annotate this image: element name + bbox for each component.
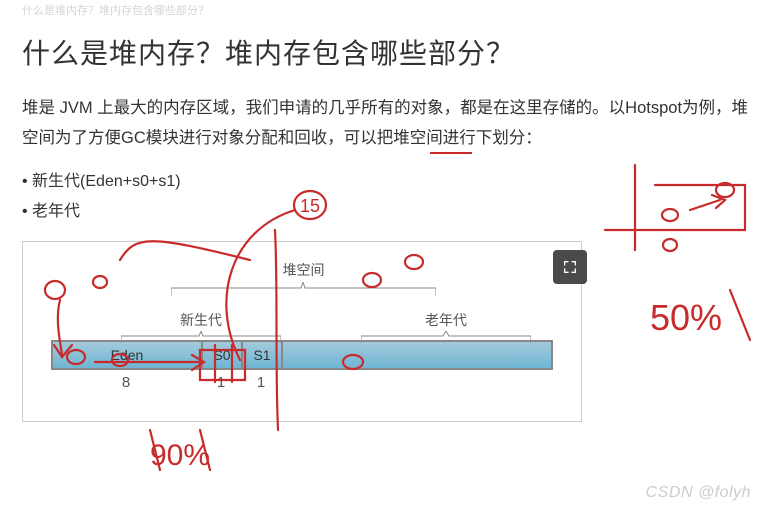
- expand-button[interactable]: [553, 250, 587, 284]
- heap-space-bracket: 堆空间: [171, 260, 436, 296]
- breadcrumb: 什么是堆内存？堆内存包含哪些部分？: [22, 0, 749, 26]
- old-gen-bracket: 老年代: [361, 310, 531, 346]
- heap-space-label: 堆空间: [283, 260, 325, 280]
- old-gen-label: 老年代: [425, 312, 467, 328]
- ratio-s1: 1: [241, 374, 281, 391]
- young-gen-bracket: 新生代: [121, 310, 281, 346]
- watermark: CSDN @folyh: [646, 484, 751, 502]
- bullet-old-gen: • 老年代: [22, 197, 749, 221]
- expand-icon: [562, 259, 578, 275]
- ratio-eden: 8: [51, 374, 201, 391]
- description-text: 堆是 JVM 上最大的内存区域，我们申请的几乎所有的对象，都是在这里存储的。以H…: [22, 99, 748, 147]
- description-paragraph: 堆是 JVM 上最大的内存区域，我们申请的几乎所有的对象，都是在这里存储的。以H…: [22, 94, 749, 153]
- annotation-fifty: 50%: [650, 297, 722, 338]
- ratio-s0: 1: [201, 374, 241, 391]
- bullet-young-gen: • 新生代(Eden+s0+s1): [22, 167, 749, 191]
- annotation-ninety: 90%: [150, 439, 210, 472]
- ratio-row: 8 1 1: [51, 374, 553, 391]
- red-underline-icon: [430, 152, 472, 154]
- young-gen-label: 新生代: [180, 312, 222, 328]
- heap-diagram: 堆空间 新生代 老年代 Eden S0 S1 8 1 1: [22, 241, 582, 422]
- page-title: 什么是堆内存？堆内存包含哪些部分？: [22, 32, 749, 72]
